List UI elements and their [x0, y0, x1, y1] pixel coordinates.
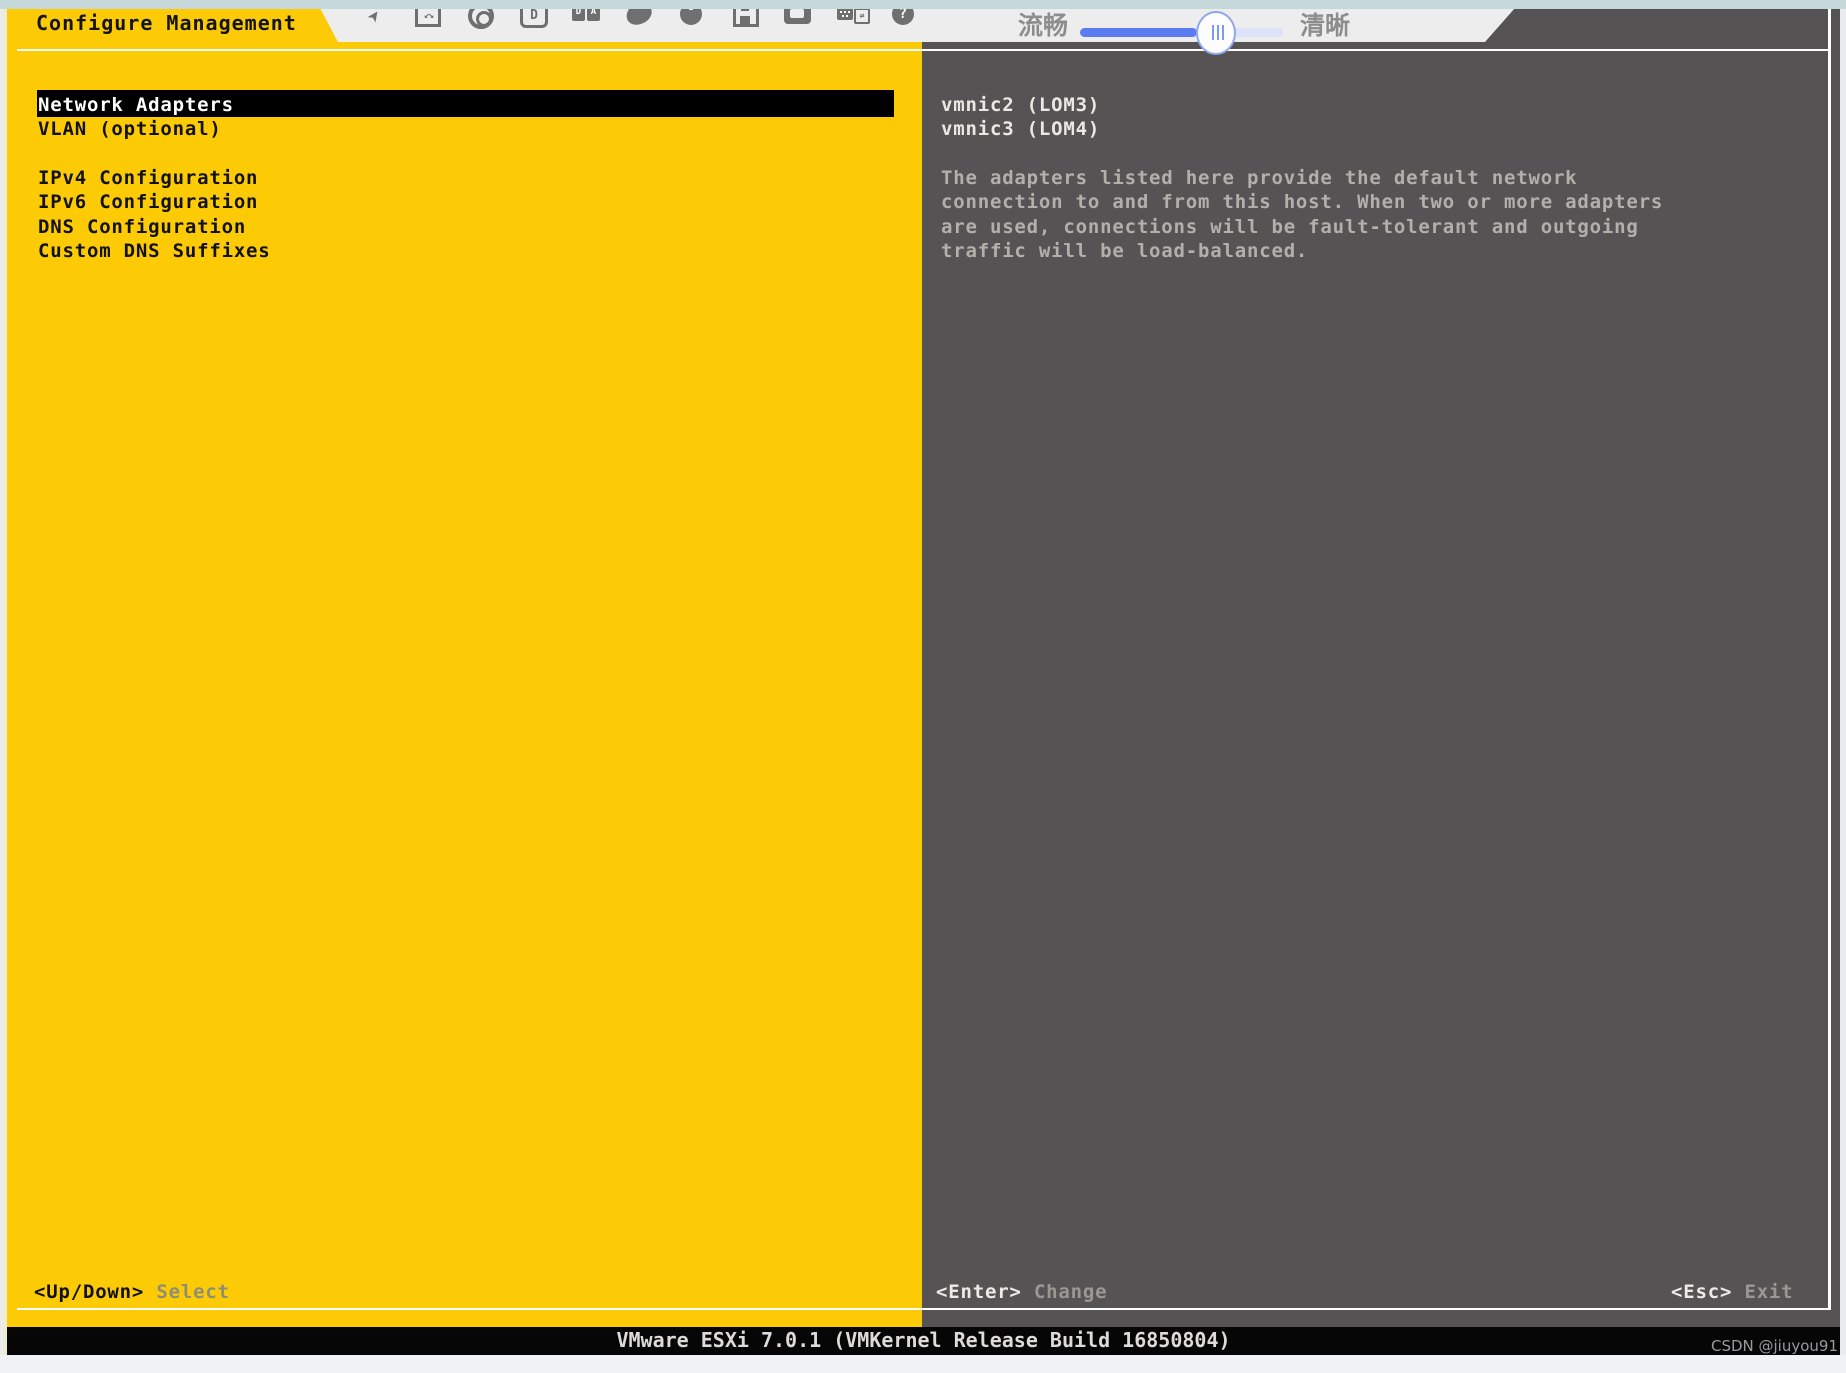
- pin-icon[interactable]: ➤: [360, 8, 390, 31]
- quality-slider-track[interactable]: [1080, 28, 1283, 37]
- record-icon[interactable]: [466, 8, 496, 31]
- esxi-dcui-screen: Configure Management Network Adapters VL…: [3, 8, 1840, 1355]
- hint-enter-change: <Enter> Change: [936, 1281, 1107, 1303]
- adapter-description-line: are used, connections will be fault-tole…: [941, 216, 1639, 238]
- adapter-description-line: traffic will be load-balanced.: [941, 240, 1309, 262]
- hint-key: <Enter>: [936, 1281, 1022, 1303]
- menu-item-custom-dns-suffixes[interactable]: Custom DNS Suffixes: [38, 240, 271, 262]
- quality-label-clear: 清晰: [1300, 11, 1351, 40]
- right-border-line: [1828, 8, 1831, 1310]
- menu-item-vlan[interactable]: VLAN (optional): [38, 118, 222, 140]
- hint-key: <Esc>: [1671, 1281, 1733, 1303]
- menu-item-ipv4-configuration[interactable]: IPv4 Configuration: [38, 167, 258, 189]
- hint-esc-exit: <Esc> Exit: [1671, 1281, 1793, 1303]
- menu-item-ipv6-configuration[interactable]: IPv6 Configuration: [38, 191, 258, 213]
- console-toolbar: ➤ ↙↘ D DA ⇄ ? 流畅 清晰: [320, 8, 1515, 42]
- macro-icon[interactable]: ⇄: [837, 8, 867, 31]
- adapter-vmnic2: vmnic2 (LOM3): [941, 94, 1101, 116]
- power-icon[interactable]: [678, 8, 708, 31]
- window-bottom-strip: [0, 1355, 1846, 1373]
- hint-key: <Up/Down>: [34, 1281, 145, 1303]
- display-d-icon[interactable]: D: [519, 8, 549, 31]
- quality-label-smooth: 流畅: [1018, 11, 1069, 40]
- window-top-strip: [0, 0, 1846, 9]
- slider-grip-lines: [1217, 25, 1219, 40]
- fullscreen-icon[interactable]: ↙↘: [413, 8, 443, 31]
- quality-slider-handle[interactable]: [1196, 11, 1236, 55]
- watermark: CSDN @jiuyou91: [1710, 1337, 1838, 1355]
- menu-item-dns-configuration[interactable]: DNS Configuration: [38, 216, 246, 238]
- mouse-icon[interactable]: [625, 8, 655, 31]
- hint-action: Select: [156, 1281, 230, 1303]
- keyboard-da-icon[interactable]: DA: [572, 8, 602, 31]
- hint-updown-select: <Up/Down> Select: [34, 1281, 230, 1303]
- toolbar-icon-row: ➤ ↙↘ D DA ⇄ ?: [360, 8, 920, 31]
- title-separator: [17, 49, 1829, 51]
- menu-item-network-adapters[interactable]: Network Adapters: [38, 94, 234, 116]
- monitor-icon[interactable]: [784, 8, 814, 31]
- remote-console-window: Configure Management Network Adapters VL…: [0, 0, 1846, 1373]
- adapter-description-line: connection to and from this host. When t…: [941, 191, 1664, 213]
- quality-slider-fill: [1080, 28, 1197, 37]
- hint-action: Change: [1033, 1281, 1108, 1303]
- bottom-separator: [17, 1308, 1829, 1310]
- page-title: Configure Management: [36, 11, 297, 35]
- save-icon[interactable]: [731, 8, 761, 31]
- adapter-description-line: The adapters listed here provide the def…: [941, 167, 1578, 189]
- adapter-vmnic3: vmnic3 (LOM4): [941, 118, 1101, 140]
- help-icon[interactable]: ?: [890, 8, 920, 31]
- hint-action: Exit: [1744, 1281, 1794, 1303]
